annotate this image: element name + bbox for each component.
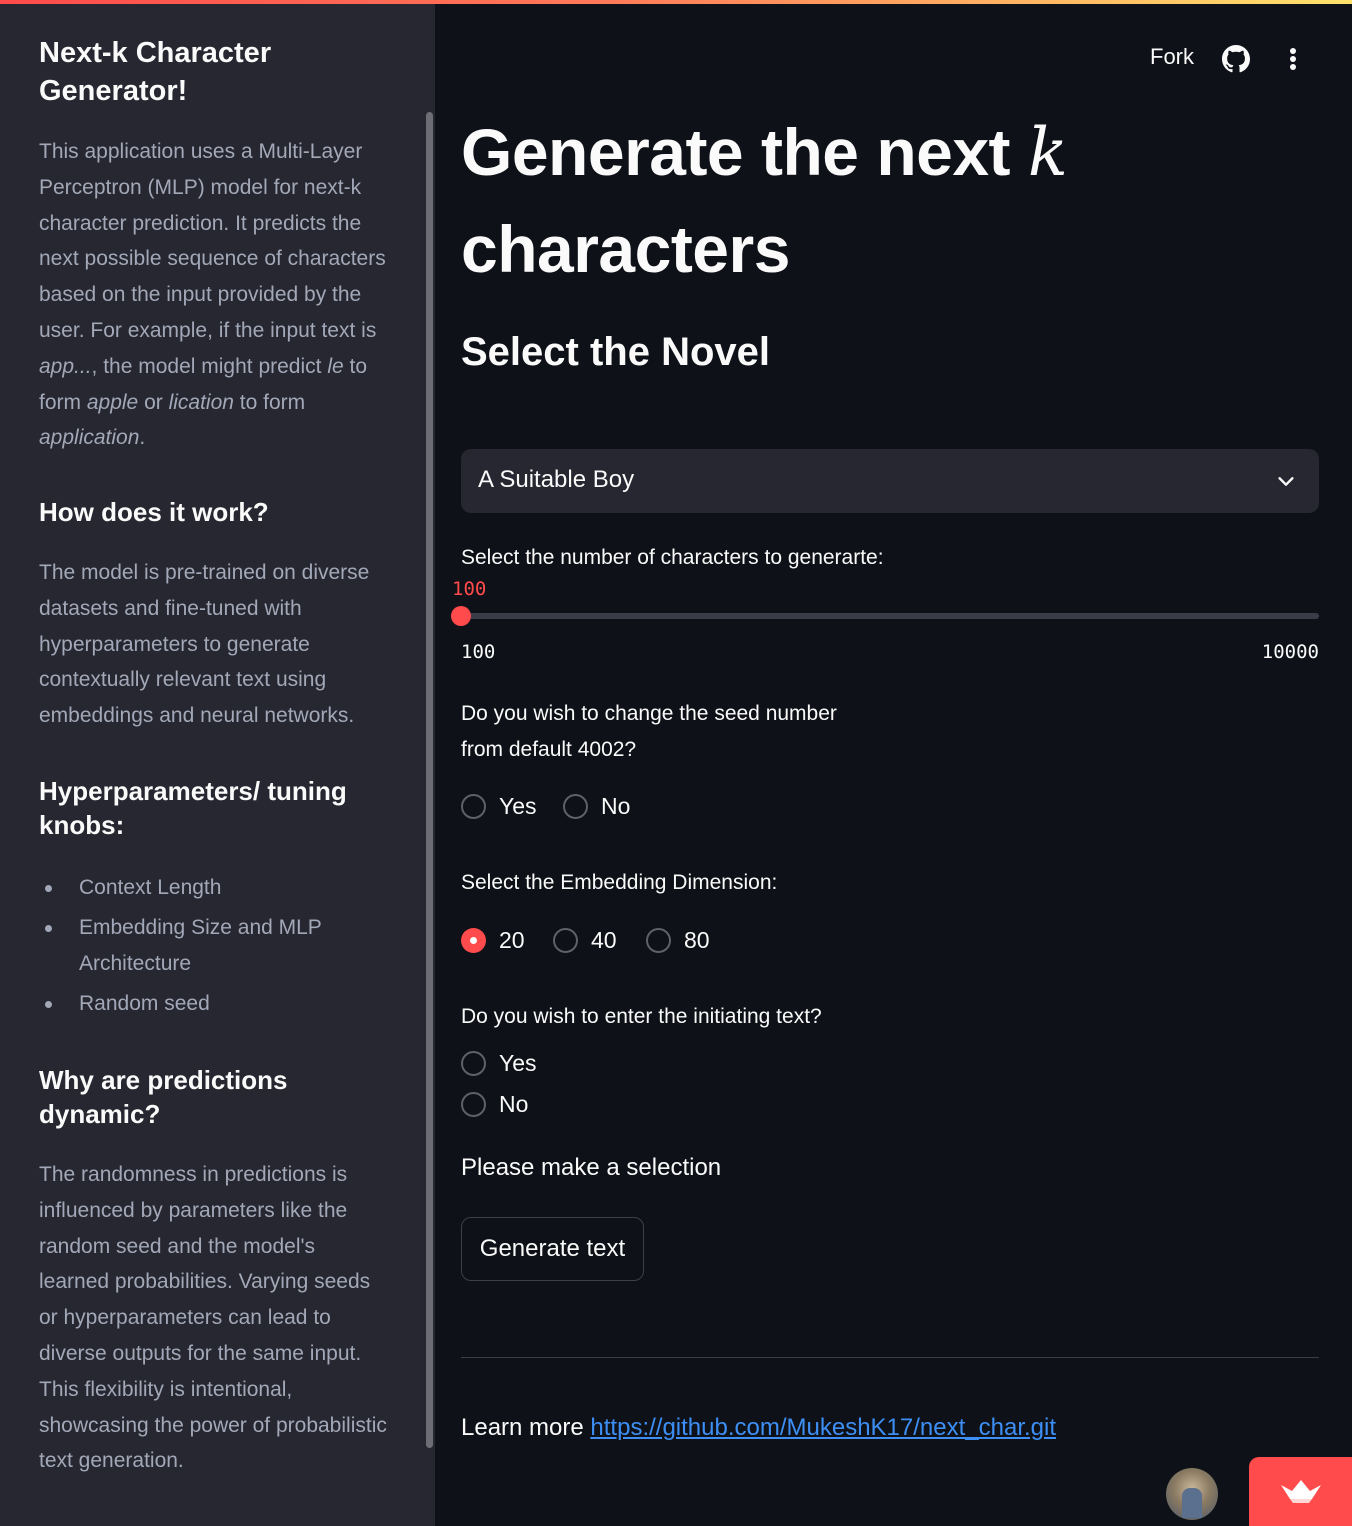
- how-heading: How does it work?: [39, 497, 269, 527]
- radio-circle: [461, 1051, 486, 1076]
- github-icon[interactable]: [1222, 45, 1250, 73]
- top-decoration-stripe: [0, 0, 1352, 4]
- novel-select[interactable]: A Suitable Boy: [461, 449, 1319, 513]
- intro-text-4: or: [138, 390, 169, 414]
- learn-more-text: Learn more: [461, 1414, 591, 1441]
- list-item: Random seed: [39, 986, 389, 1022]
- init-text-label: Do you wish to enter the initiating text…: [461, 1005, 822, 1028]
- radio-label: Yes: [499, 793, 537, 819]
- seed-radio-no[interactable]: No: [563, 793, 630, 820]
- chars-slider-value: 100: [452, 578, 487, 600]
- embedding-radio-80[interactable]: 80: [646, 927, 710, 954]
- radio-circle: [461, 1092, 486, 1117]
- embedding-radio-20[interactable]: 20: [461, 927, 525, 954]
- sidebar: Next-k Character Generator! This applica…: [0, 0, 435, 1526]
- novel-section-heading: Select the Novel: [461, 330, 771, 374]
- title-text: Generate the next: [461, 115, 1028, 189]
- radio-circle-selected: [461, 928, 486, 953]
- chevron-down-icon: [1278, 477, 1294, 486]
- sidebar-title: Next-k Character Generator!: [39, 37, 272, 107]
- radio-label: No: [601, 793, 631, 819]
- intro-emphasis-5: application: [39, 426, 140, 450]
- radio-label: 40: [591, 927, 617, 953]
- avatar[interactable]: [1166, 1468, 1218, 1520]
- streamlit-crown-icon: [1281, 1480, 1321, 1503]
- intro-emphasis-4: lication: [168, 390, 234, 414]
- how-text: The model is pre-trained on diverse data…: [39, 561, 370, 728]
- sidebar-scrollbar[interactable]: [426, 112, 433, 1448]
- selection-notice: Please make a selection: [461, 1154, 722, 1181]
- intro-emphasis-1: app...: [39, 354, 92, 378]
- radio-label: 20: [499, 927, 525, 953]
- sidebar-intro: This application uses a Multi-Layer Perc…: [39, 134, 389, 456]
- list-item: Context Length: [39, 870, 389, 906]
- learn-more: Learn more https://github.com/MukeshK17/…: [461, 1414, 1056, 1442]
- hyperparameters-heading: Hyperparameters/ tuning knobs:: [39, 776, 347, 840]
- seed-question-line-1: Do you wish to change the seed number: [461, 702, 837, 725]
- radio-circle: [553, 928, 578, 953]
- intro-emphasis-2: le: [327, 354, 344, 378]
- title-variable: k: [1027, 114, 1068, 191]
- hyperparameters-list: Context Length Embedding Size and MLP Ar…: [39, 870, 389, 1026]
- chars-slider-max: 10000: [1261, 641, 1319, 663]
- novel-select-value: A Suitable Boy: [478, 466, 635, 493]
- radio-label: 80: [684, 927, 710, 953]
- seed-question-line-2: from default 4002?: [461, 738, 637, 761]
- divider: [461, 1357, 1319, 1358]
- github-repo-link[interactable]: https://github.com/MukeshK17/next_char.g…: [590, 1414, 1056, 1441]
- embedding-radio-40[interactable]: 40: [553, 927, 617, 954]
- intro-text-2: , the model might predict: [91, 354, 328, 378]
- more-vertical-icon[interactable]: [1282, 45, 1304, 73]
- chars-slider-track[interactable]: [461, 613, 1319, 619]
- intro-text-6: .: [139, 426, 146, 450]
- chars-slider-label: Select the number of characters to gener…: [461, 546, 884, 569]
- generate-text-button[interactable]: Generate text: [461, 1217, 644, 1281]
- why-heading: Why are predictions dynamic?: [39, 1065, 288, 1129]
- fork-button[interactable]: Fork: [1150, 44, 1194, 70]
- title-line-2: characters: [461, 212, 790, 286]
- chars-slider-thumb[interactable]: [451, 606, 471, 626]
- radio-circle: [563, 794, 588, 819]
- intro-emphasis-3: apple: [86, 390, 139, 414]
- chars-slider-min: 100: [461, 641, 496, 663]
- embedding-label: Select the Embedding Dimension:: [461, 871, 778, 894]
- init-radio-no[interactable]: No: [461, 1091, 528, 1118]
- page-title: Generate the next k characters: [461, 104, 1321, 297]
- intro-text-1: This application uses a Multi-Layer Perc…: [39, 140, 386, 342]
- why-text: The randomness in predictions is influen…: [39, 1163, 387, 1473]
- init-radio-yes[interactable]: Yes: [461, 1050, 537, 1077]
- radio-label: No: [499, 1091, 529, 1117]
- radio-label: Yes: [499, 1050, 537, 1076]
- list-item: Embedding Size and MLP Architecture: [39, 910, 389, 982]
- streamlit-badge[interactable]: [1249, 1457, 1352, 1526]
- intro-text-5: to form: [233, 390, 306, 414]
- seed-radio-yes[interactable]: Yes: [461, 793, 537, 820]
- radio-circle: [461, 794, 486, 819]
- radio-circle: [646, 928, 671, 953]
